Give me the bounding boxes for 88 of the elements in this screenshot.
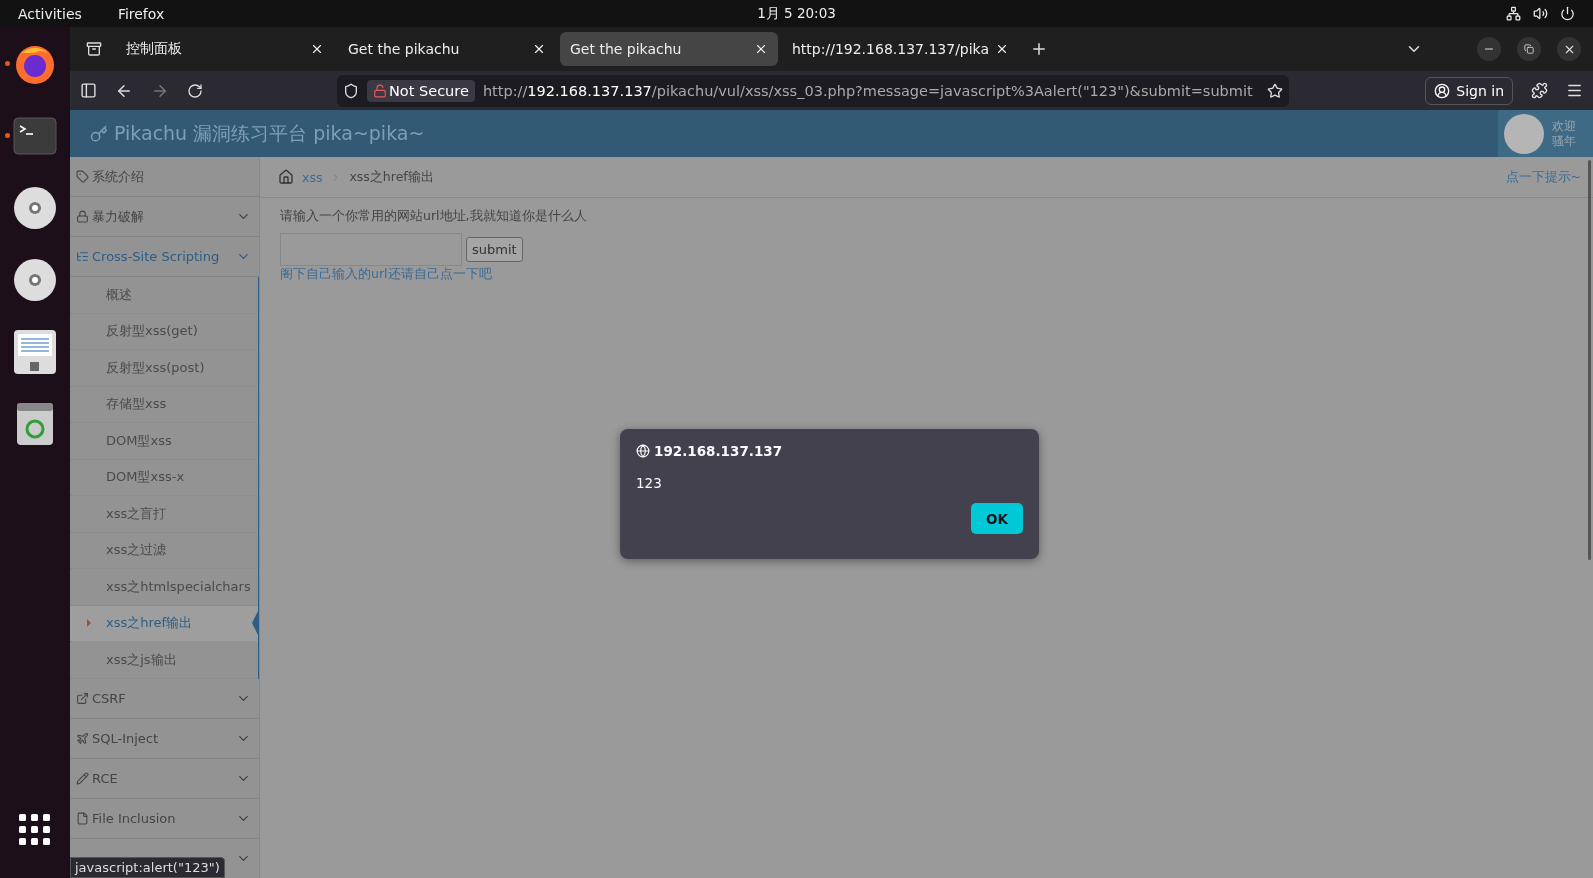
activities-button[interactable]: Activities: [18, 5, 82, 22]
submenu-item[interactable]: 反射型xss(get): [70, 313, 258, 350]
sidebar-item[interactable]: Cross-Site Scripting: [70, 237, 259, 277]
tag-icon: [76, 170, 89, 183]
user-icon: [1434, 82, 1451, 99]
terminal-icon[interactable]: [13, 117, 57, 155]
submenu-label[interactable]: xss之盲打: [106, 504, 167, 523]
submenu-label[interactable]: xss之过滤: [106, 541, 167, 560]
submit-button[interactable]: submit: [466, 237, 523, 262]
extensions-icon[interactable]: [1531, 82, 1548, 99]
submenu-label[interactable]: 反射型xss(get): [106, 322, 198, 341]
submenu-label[interactable]: 概述: [106, 285, 132, 304]
breadcrumb-current: xss之href输出: [349, 168, 434, 186]
sidebar-item[interactable]: 暴力破解: [70, 197, 259, 237]
trash-icon[interactable]: [16, 402, 54, 446]
sidebar-item[interactable]: SQL-Inject: [70, 718, 259, 759]
submenu-item[interactable]: xss之过滤: [70, 532, 258, 569]
user-name: 骚年: [1552, 133, 1576, 149]
pencil-icon: [76, 771, 89, 785]
dialog-origin: 192.168.137.137: [654, 443, 783, 459]
sign-in-button[interactable]: Sign in: [1425, 76, 1513, 105]
globe-icon: [636, 444, 650, 458]
home-icon[interactable]: [278, 169, 294, 185]
submenu-label[interactable]: 反射型xss(post): [106, 358, 205, 377]
tab-list-icon[interactable]: [86, 41, 102, 57]
app-menu[interactable]: Firefox: [117, 5, 165, 22]
browser-tab[interactable]: Get the pikachu: [560, 32, 778, 66]
app-grid-icon[interactable]: [19, 814, 51, 846]
lock-icon: [76, 210, 89, 223]
browser-tab[interactable]: http://192.168.137.137/pika: [782, 32, 1020, 66]
status-link-tooltip: javascript:alert("123"): [70, 857, 225, 878]
browser-tab[interactable]: Get the pikachu: [338, 32, 556, 66]
shield-icon[interactable]: [343, 82, 359, 99]
file-icon: [76, 811, 89, 825]
submenu-item[interactable]: DOM型xss: [70, 423, 258, 460]
key-icon: [90, 124, 108, 143]
ok-button[interactable]: OK: [971, 503, 1023, 534]
external-link-icon: [76, 691, 89, 705]
submenu-item[interactable]: DOM型xss-x: [70, 459, 258, 496]
unlocked-icon: [373, 83, 387, 98]
list-tree-icon: [76, 250, 89, 263]
security-badge[interactable]: Not Secure: [367, 79, 475, 102]
submenu-label[interactable]: xss之htmlspecialchars: [106, 577, 251, 596]
submenu-item[interactable]: 反射型xss(post): [70, 350, 258, 387]
menu-icon[interactable]: [1566, 82, 1583, 99]
sidebar-item[interactable]: RCE: [70, 758, 259, 799]
disc-icon[interactable]: [13, 258, 57, 302]
close-button[interactable]: [1557, 37, 1581, 61]
submenu-label[interactable]: DOM型xss-x: [106, 468, 185, 487]
disc-icon[interactable]: [13, 186, 57, 230]
breadcrumb-link[interactable]: xss: [302, 169, 323, 185]
dialog-message: 123: [636, 475, 663, 491]
network-icon[interactable]: [1506, 6, 1521, 21]
running-indicator: [5, 133, 10, 138]
browser-tab[interactable]: 控制面板: [116, 32, 334, 66]
submenu-item[interactable]: xss之href输出: [70, 605, 258, 642]
url-field[interactable]: http://192.168.137.137/pikachu/vul/xss/xss_03.php?message=javascript%3Aalert("123")&submit=submit: [482, 82, 1260, 99]
welcome-text: 欢迎: [1552, 118, 1576, 134]
submenu-item[interactable]: 存储型xss: [70, 386, 258, 423]
close-icon[interactable]: [532, 42, 546, 56]
power-icon[interactable]: [1560, 6, 1575, 21]
submenu-label[interactable]: 存储型xss: [106, 395, 167, 414]
sidebar-icon[interactable]: [80, 82, 97, 99]
volume-icon[interactable]: [1533, 6, 1548, 21]
submenu-label[interactable]: DOM型xss: [106, 431, 172, 450]
plane-icon: [76, 731, 89, 745]
running-indicator: [5, 61, 10, 66]
sidebar-item[interactable]: File Inclusion: [70, 798, 259, 839]
sidebar-item[interactable]: CSRF: [70, 678, 259, 719]
document-icon[interactable]: [13, 329, 57, 375]
restore-button[interactable]: [1517, 37, 1541, 61]
submenu-item[interactable]: xss之js输出: [70, 642, 258, 679]
reload-icon[interactable]: [187, 82, 203, 99]
minimize-button[interactable]: [1477, 37, 1501, 61]
close-icon[interactable]: [310, 42, 324, 56]
submenu-item[interactable]: 概述: [70, 277, 258, 314]
submenu-label[interactable]: xss之href输出: [106, 614, 193, 633]
submenu-item[interactable]: xss之htmlspecialchars: [70, 569, 258, 606]
submenu-label[interactable]: xss之js输出: [106, 650, 177, 669]
close-icon[interactable]: [754, 42, 768, 56]
site-title[interactable]: Pikachu 漏洞练习平台 pika~pika~: [90, 120, 425, 147]
restore-icon: [1524, 44, 1534, 54]
selection-arrow-icon: [87, 619, 91, 628]
star-icon[interactable]: [1267, 82, 1284, 99]
avatar: [1504, 113, 1544, 154]
sidebar-item[interactable]: 系统介绍: [70, 157, 259, 197]
clock[interactable]: 1月 5 20:03: [757, 4, 836, 23]
submenu-item[interactable]: xss之盲打: [70, 496, 258, 533]
